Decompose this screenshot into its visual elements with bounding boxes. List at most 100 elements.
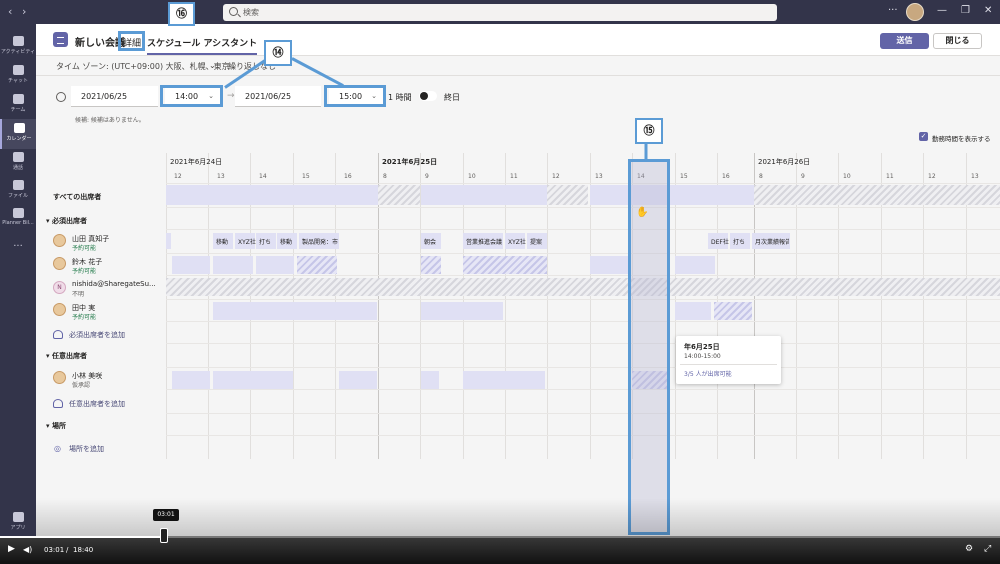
video-progress-bar[interactable] <box>0 536 1000 538</box>
busy-block <box>675 302 711 320</box>
rail-activity[interactable]: アクティビティ <box>0 32 36 62</box>
event-block[interactable]: 打ち <box>256 233 276 249</box>
avatar <box>53 303 66 316</box>
event-block[interactable]: 朝会 <box>421 233 441 249</box>
unknown-block <box>166 278 1000 296</box>
search-input[interactable]: 検索 <box>223 4 777 21</box>
unavailable-block <box>547 185 588 205</box>
event-block[interactable]: 月次業績報告 <box>752 233 790 249</box>
add-person-icon <box>53 330 63 339</box>
attendee-status: 予約可能 <box>72 268 97 275</box>
event-block[interactable]: XYZ社 <box>505 233 526 249</box>
busy-block <box>421 185 547 205</box>
play-icon[interactable]: ▶ <box>8 544 15 554</box>
maximize-icon[interactable]: ❐ <box>961 5 970 16</box>
event-label: XYZ社 <box>238 239 256 246</box>
hour-label: 12 <box>928 173 936 180</box>
busy-block <box>590 185 754 205</box>
tentative-block <box>463 256 547 274</box>
search-placeholder: 検索 <box>243 8 259 17</box>
busy-block <box>421 371 439 389</box>
start-date-field[interactable]: 2021/06/25 <box>71 86 158 107</box>
event-block[interactable]: 打ち <box>730 233 750 249</box>
attendee-name: nishida@SharegateSu... <box>72 280 156 288</box>
optional-section[interactable]: ▾ 任意出席者 <box>46 351 175 361</box>
avatar <box>53 371 66 384</box>
timezone-select[interactable]: タイム ゾーン: (UTC+09:00) 大阪、札幌、東京 <box>56 61 230 72</box>
timezone-chevron-icon[interactable]: ⌄ <box>209 61 216 70</box>
rail-planner[interactable]: Planner Bil... <box>0 204 36 234</box>
current-time: 03:01 <box>44 546 65 554</box>
event-label: 朝会 <box>424 239 437 246</box>
event-block[interactable]: 営業推進会議 <box>463 233 503 249</box>
rail-chat[interactable]: チャット <box>0 61 36 91</box>
user-avatar[interactable] <box>906 3 924 21</box>
teams-icon <box>12 94 24 104</box>
rail-more[interactable]: ... <box>0 234 36 264</box>
video-scrub-handle[interactable] <box>160 528 168 543</box>
callout-15: ⑮ <box>635 118 663 144</box>
planner-icon <box>12 208 24 218</box>
event-block[interactable]: XYZ社 <box>235 233 256 249</box>
location-header: 場所 <box>51 422 66 430</box>
row-line <box>166 389 1000 390</box>
row-line <box>166 321 1000 322</box>
row-line <box>166 207 1000 208</box>
rail-files[interactable]: ファイル <box>0 176 36 206</box>
highlight-end-time <box>324 85 386 107</box>
fullscreen-icon[interactable]: ⤢ <box>984 544 991 554</box>
send-button[interactable]: 送信 <box>880 33 929 49</box>
minimize-icon[interactable]: — <box>937 5 947 16</box>
end-date-field[interactable]: 2021/06/25 <box>235 86 321 107</box>
allday-label: 終日 <box>444 93 460 102</box>
add-required-link[interactable]: 必須出席者を追加 <box>69 330 125 340</box>
settings-gear-icon[interactable]: ⚙ <box>965 544 973 554</box>
hour-label: 16 <box>722 173 730 180</box>
event-block[interactable]: 製品開発：市 <box>299 233 339 249</box>
forward-icon[interactable]: › <box>22 5 26 18</box>
row-line <box>166 413 1000 414</box>
callout-16: ⑯ <box>168 2 195 26</box>
more-icon[interactable]: ··· <box>888 5 898 16</box>
hour-label: 12 <box>174 173 182 180</box>
row-line <box>166 343 1000 344</box>
highlight-details-tab <box>118 31 145 51</box>
event-block[interactable]: 提案 <box>527 233 547 249</box>
close-window-icon[interactable]: ✕ <box>984 5 992 16</box>
work-hours-checkbox[interactable]: ✓ <box>919 132 928 141</box>
callout-14: ⑭ <box>264 40 292 66</box>
rail-teams[interactable]: チーム <box>0 90 36 120</box>
callout-line <box>644 142 648 161</box>
date-header: 2021年6月26日 <box>758 158 811 166</box>
row-line <box>166 435 1000 436</box>
event-block[interactable]: 移動 <box>277 233 297 249</box>
row-line <box>166 183 1000 184</box>
add-location-link[interactable]: 場所を追加 <box>69 444 104 454</box>
event-label: 提案 <box>530 239 543 246</box>
title-bar: ‹ › 検索 ··· — ❐ ✕ <box>0 0 1000 24</box>
back-icon[interactable]: ‹ <box>8 5 12 18</box>
avatar <box>53 234 66 247</box>
rail-apps[interactable]: アプリ <box>0 508 36 538</box>
add-optional-link[interactable]: 任意出席者を追加 <box>69 399 125 409</box>
close-button[interactable]: 閉じる <box>933 33 982 49</box>
event-block <box>166 233 171 249</box>
required-section[interactable]: ▾ 必須出席者 <box>46 216 175 226</box>
tab-scheduling-assistant[interactable]: スケジュール アシスタント <box>147 36 258 55</box>
event-block[interactable]: DEF社 <box>708 233 729 249</box>
rail-calls[interactable]: 通話 <box>0 148 36 178</box>
volume-icon[interactable]: ◀) <box>23 545 32 554</box>
event-label: 打ち <box>259 239 272 246</box>
event-label: 営業推進会議 <box>466 239 502 246</box>
allday-toggle[interactable] <box>419 91 437 101</box>
hour-label: 11 <box>510 173 518 180</box>
event-block[interactable]: 移動 <box>213 233 233 249</box>
tentative-block <box>421 256 441 274</box>
selected-time-slot[interactable] <box>628 159 670 535</box>
row-line <box>166 367 1000 368</box>
calendar-icon <box>13 123 25 133</box>
rail-calendar[interactable]: カレンダー <box>0 119 36 149</box>
hour-label: 13 <box>595 173 603 180</box>
meeting-calendar-icon <box>53 32 68 47</box>
location-section[interactable]: ▾ 場所 <box>46 421 175 431</box>
